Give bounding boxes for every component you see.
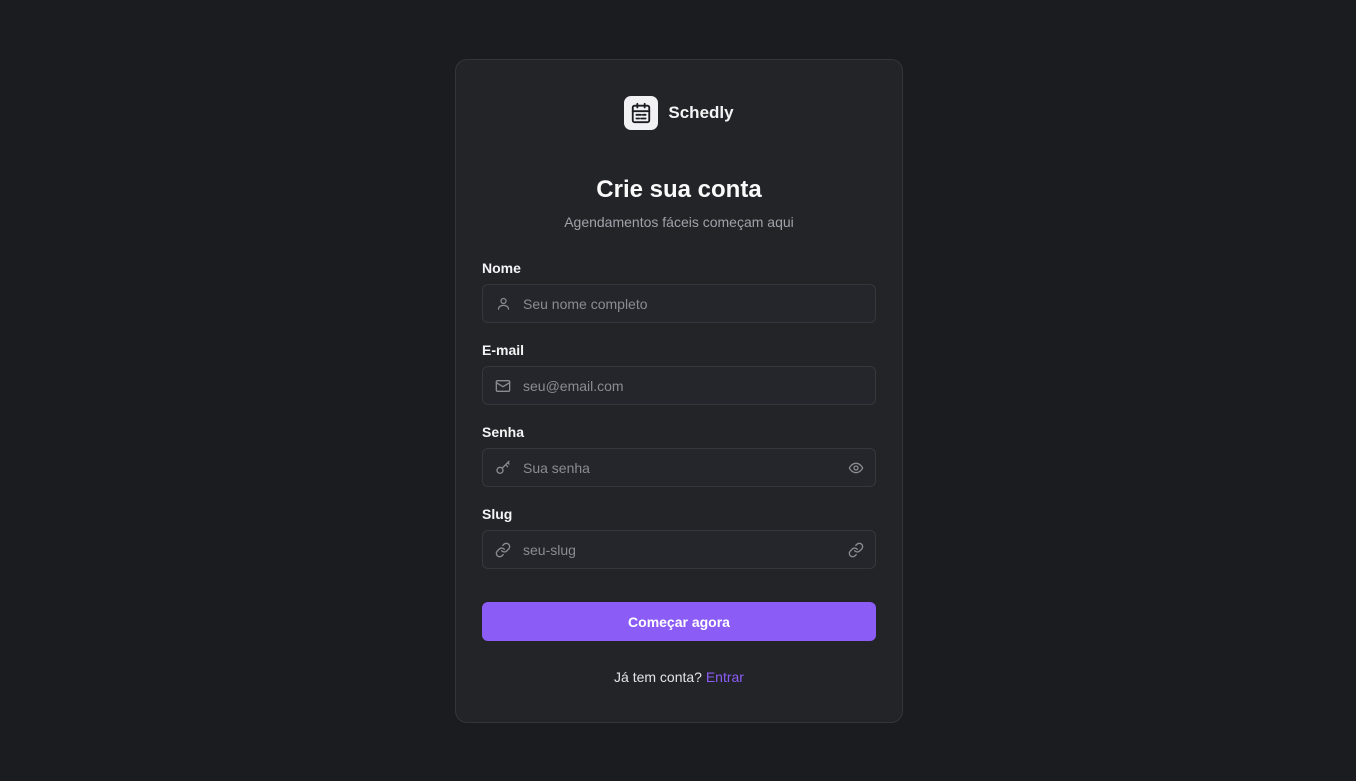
page-subtitle: Agendamentos fáceis começam aqui	[564, 214, 794, 230]
key-icon	[483, 449, 523, 486]
name-input[interactable]	[523, 285, 875, 322]
login-link[interactable]: Entrar	[706, 669, 744, 685]
password-input[interactable]	[523, 449, 837, 486]
calendar-icon	[624, 96, 659, 130]
password-input-wrapper	[482, 448, 876, 487]
user-icon	[483, 285, 523, 322]
slug-input-wrapper	[482, 530, 876, 569]
name-input-wrapper	[482, 284, 876, 323]
brand: Schedly	[456, 96, 902, 130]
eye-icon[interactable]	[837, 449, 875, 486]
mail-icon	[483, 367, 523, 404]
password-field-group: Senha	[482, 424, 876, 487]
password-label: Senha	[482, 424, 525, 440]
login-prompt: Já tem conta? Entrar	[456, 669, 902, 685]
name-label: Nome	[482, 260, 521, 276]
email-input-wrapper	[482, 366, 876, 405]
link-icon	[483, 531, 523, 568]
link-icon	[837, 531, 875, 568]
slug-field-group: Slug	[482, 506, 876, 569]
slug-input[interactable]	[523, 531, 837, 568]
brand-name: Schedly	[668, 103, 734, 122]
slug-label: Slug	[482, 506, 513, 522]
email-input[interactable]	[523, 367, 875, 404]
submit-button[interactable]: Começar agora	[482, 602, 876, 641]
page-title: Crie sua conta	[596, 176, 762, 203]
name-field-group: Nome	[482, 260, 876, 323]
email-field-group: E-mail	[482, 342, 876, 405]
login-prompt-text: Já tem conta?	[614, 669, 702, 685]
signup-card: Schedly Crie sua conta Agendamentos fáce…	[455, 59, 903, 723]
email-label: E-mail	[482, 342, 525, 358]
